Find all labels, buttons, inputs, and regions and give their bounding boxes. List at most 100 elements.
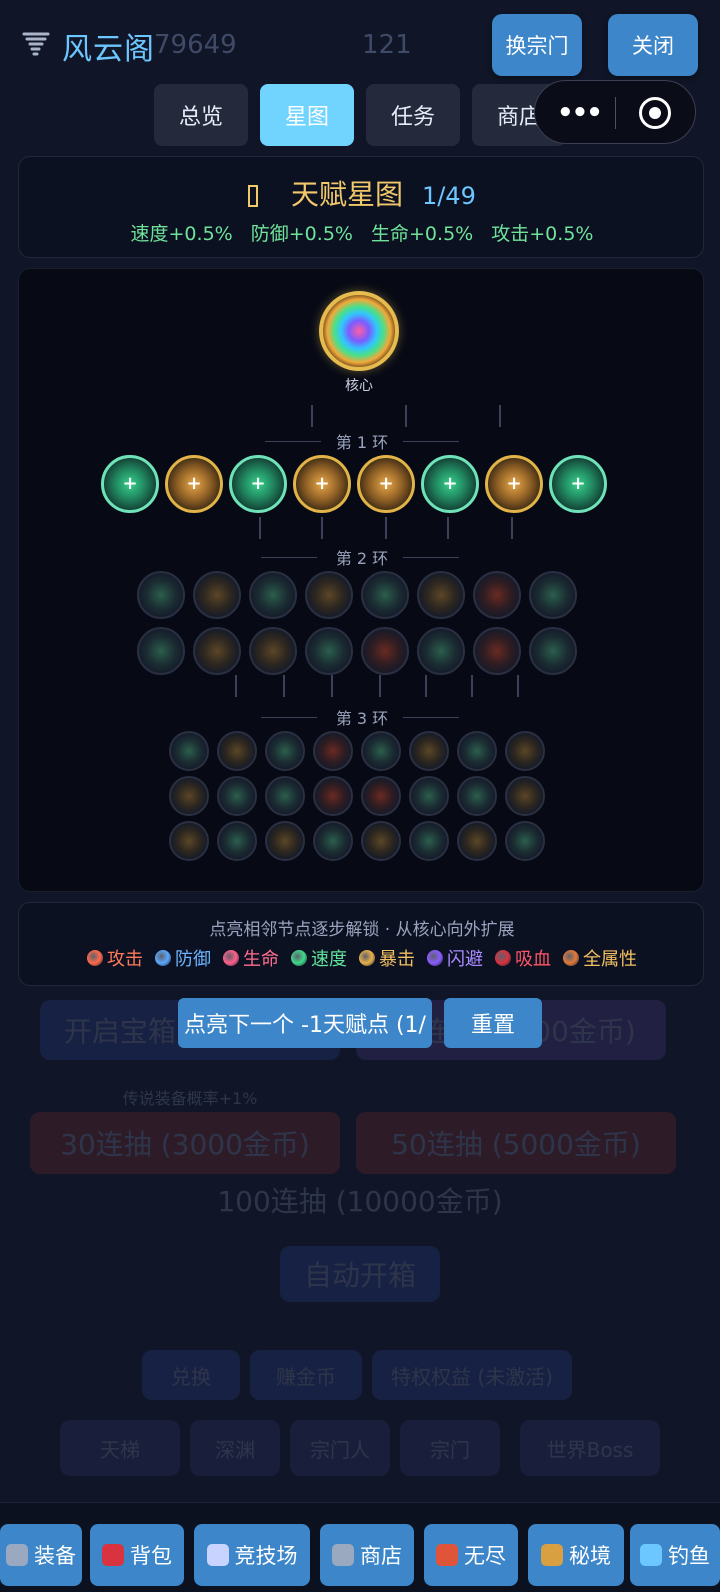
ring-2-node-locked[interactable] (529, 627, 577, 675)
ring-2-node-locked[interactable] (361, 627, 409, 675)
ring-2-node-locked[interactable] (305, 627, 353, 675)
ring-3-node-locked[interactable] (361, 776, 401, 816)
legend-card: 点亮相邻节点逐步解锁 · 从核心向外扩展 攻击 防御 生命 速度 暴击 闪避 吸血 全属性 (18, 902, 704, 986)
ring-2-node-locked[interactable] (361, 571, 409, 619)
plus-icon: + (442, 473, 458, 495)
legend-label: 吸血 (515, 949, 551, 970)
ring-1-node-gold[interactable]: + (357, 455, 415, 513)
attribute-dot-icon (427, 950, 443, 966)
ring-3-node-locked[interactable] (313, 821, 353, 861)
ring-3-node-locked[interactable] (409, 776, 449, 816)
ring-1-node-green[interactable]: + (229, 455, 287, 513)
ring-1-node-green[interactable]: + (421, 455, 479, 513)
ring-2-node-locked[interactable] (473, 627, 521, 675)
ring-2-node-locked[interactable] (417, 627, 465, 675)
plus-icon: + (378, 473, 394, 495)
light-next-button[interactable]: 点亮下一个 -1天赋点 (1/ (178, 998, 432, 1048)
ring-3-node-locked[interactable] (169, 776, 209, 816)
connector (405, 405, 407, 427)
core-node[interactable] (319, 291, 399, 371)
ring-3-node-locked[interactable] (265, 776, 305, 816)
legend-item: 攻击 (87, 945, 143, 971)
connector (331, 675, 333, 697)
fishing-icon (640, 1544, 662, 1566)
nav-fishing[interactable]: 钓鱼 (630, 1524, 720, 1586)
close-button[interactable]: 关闭 (608, 14, 698, 76)
connector (511, 517, 513, 539)
ring-1-node-gold[interactable]: + (485, 455, 543, 513)
ring-2-node-locked[interactable] (529, 571, 577, 619)
attribute-legend: 攻击 防御 生命 速度 暴击 闪避 吸血 全属性 (19, 945, 705, 971)
connector (471, 675, 473, 697)
ring-3-node-locked[interactable] (457, 776, 497, 816)
bg-row-b: 深渊 (190, 1420, 280, 1476)
bonus-attack: 攻击+0.5% (491, 223, 594, 245)
attribute-dot-icon (155, 950, 171, 966)
more-icon[interactable]: ••• (557, 98, 603, 128)
reset-button[interactable]: 重置 (444, 998, 542, 1048)
switch-sect-button[interactable]: 换宗门 (492, 14, 582, 76)
tower-icon (436, 1544, 458, 1566)
ring-3-node-locked[interactable] (265, 821, 305, 861)
exit-target-icon[interactable] (639, 97, 671, 129)
tab-overview[interactable]: 总览 (154, 84, 248, 146)
nav-arena[interactable]: 竞技场 (194, 1524, 310, 1586)
ring-2-node-locked[interactable] (249, 627, 297, 675)
ring-3-node-locked[interactable] (361, 821, 401, 861)
ring-3-node-locked[interactable] (217, 731, 257, 771)
nav-backpack[interactable]: 背包 (90, 1524, 184, 1586)
ring-3-node-locked[interactable] (409, 731, 449, 771)
legend-label: 攻击 (107, 949, 143, 970)
bg-row-e: 世界Boss (520, 1420, 660, 1476)
bg-row-c: 宗门人 (290, 1420, 390, 1476)
ring-3-node-locked[interactable] (505, 821, 545, 861)
ring-2-node-locked[interactable] (473, 571, 521, 619)
connector (499, 405, 501, 427)
attribute-dot-icon (223, 950, 239, 966)
ring-3-node-locked[interactable] (457, 821, 497, 861)
ring-3-node-locked[interactable] (313, 776, 353, 816)
ring-3-node-locked[interactable] (505, 731, 545, 771)
ring-3-node-locked[interactable] (169, 821, 209, 861)
ring-2-node-locked[interactable] (249, 571, 297, 619)
legend-label: 闪避 (447, 949, 483, 970)
nav-label: 竞技场 (234, 1544, 298, 1568)
ring-3-node-locked[interactable] (457, 731, 497, 771)
nav-pickaxe[interactable]: 秘境 (528, 1524, 624, 1586)
coin-count: 79649 (154, 30, 237, 60)
bg-earn-coins-button: 赚金币 (250, 1350, 362, 1400)
ring-2-node-locked[interactable] (193, 627, 241, 675)
nav-tower[interactable]: 无尽 (424, 1524, 518, 1586)
bg-privilege-button: 特权权益 (未激活) (372, 1350, 572, 1400)
miniprogram-capsule: ••• (534, 80, 696, 144)
ring-3-node-locked[interactable] (361, 731, 401, 771)
talent-title-row: 天赋星图 1/49 (19, 173, 705, 213)
ring-1-node-gold[interactable]: + (293, 455, 351, 513)
nav-cart[interactable]: 商店 (320, 1524, 414, 1586)
ring-3-node-locked[interactable] (265, 731, 305, 771)
ring-3-node-locked[interactable] (217, 821, 257, 861)
nav-label: 钓鱼 (668, 1544, 710, 1568)
ring-2-node-locked[interactable] (137, 571, 185, 619)
legend-item: 速度 (291, 945, 347, 971)
ring-2-node-locked[interactable] (193, 571, 241, 619)
ring-1-node-green[interactable]: + (101, 455, 159, 513)
ring-3-node-locked[interactable] (409, 821, 449, 861)
ring-1-node-green[interactable]: + (549, 455, 607, 513)
bg-rare-bonus-text: 传说装备概率+1% (122, 1089, 258, 1108)
arena-icon (206, 1544, 229, 1566)
ring-2-node-locked[interactable] (137, 627, 185, 675)
ring-2-node-locked[interactable] (305, 571, 353, 619)
bonus-hp: 生命+0.5% (371, 223, 474, 245)
ring-3-node-locked[interactable] (505, 776, 545, 816)
tab-star-map[interactable]: 星图 (260, 84, 354, 146)
tab-tasks[interactable]: 任务 (366, 84, 460, 146)
ring-2-node-locked[interactable] (417, 571, 465, 619)
ring-3-node-locked[interactable] (217, 776, 257, 816)
ring-3-node-locked[interactable] (313, 731, 353, 771)
nav-swords[interactable]: 装备 (0, 1524, 82, 1586)
legend-item: 暴击 (359, 945, 415, 971)
connector (447, 517, 449, 539)
ring-3-node-locked[interactable] (169, 731, 209, 771)
ring-1-node-gold[interactable]: + (165, 455, 223, 513)
